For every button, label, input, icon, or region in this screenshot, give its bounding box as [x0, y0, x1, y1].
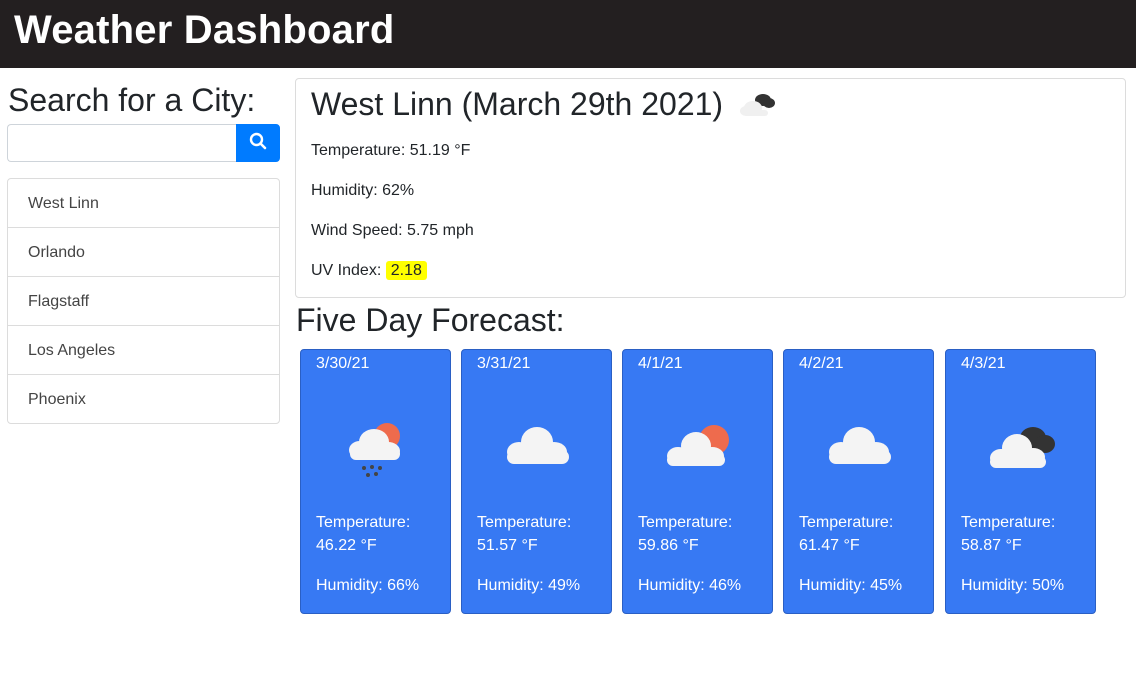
partly-cloudy-icon — [658, 412, 738, 482]
forecast-temperature-label: Temperature: — [961, 514, 1056, 531]
forecast-date: 4/3/21 — [961, 355, 1006, 372]
forecast-temperature: 58.87 °F — [961, 537, 1022, 554]
history-item-los-angeles[interactable]: Los Angeles — [8, 326, 279, 375]
forecast-temperature-label: Temperature: — [638, 514, 733, 531]
search-heading: Search for a City: — [8, 82, 256, 118]
current-weather-panel: West Linn (March 29th 2021) Temperature:… — [295, 78, 1126, 298]
forecast-card: 3/31/21 Temperature: 51.57 °F Humidity: … — [461, 349, 612, 614]
current-uv-index: UV Index: 2.18 — [311, 260, 427, 282]
forecast-temperature: 61.47 °F — [799, 537, 860, 554]
forecast-card: 3/30/21 Temperature: 46.22 °F Humidity: … — [300, 349, 451, 614]
forecast-temperature-label: Temperature: — [316, 514, 411, 531]
forecast-date: 3/31/21 — [477, 355, 531, 372]
forecast-temperature-label: Temperature: — [799, 514, 894, 531]
current-wind-speed: Wind Speed: 5.75 mph — [311, 222, 474, 239]
forecast-temperature: 46.22 °F — [316, 537, 377, 554]
forecast-date: 4/1/21 — [638, 355, 683, 372]
broken-clouds-icon — [981, 412, 1061, 482]
forecast-temperature-label: Temperature: — [477, 514, 572, 531]
forecast-card: 4/3/21 Temperature: 58.87 °F Humidity: 5… — [945, 349, 1096, 614]
broken-clouds-icon — [738, 85, 778, 129]
page-title: Weather Dashboard — [14, 8, 395, 52]
current-city-date: West Linn (March 29th 2021) — [311, 86, 724, 122]
forecast-humidity: Humidity: 45% — [799, 577, 903, 594]
history-item-orlando[interactable]: Orlando — [8, 228, 279, 277]
cloud-icon — [497, 412, 577, 482]
search-icon — [249, 132, 267, 155]
forecast-card: 4/2/21 Temperature: 61.47 °F Humidity: 4… — [783, 349, 934, 614]
uv-index-label: UV Index: — [311, 262, 382, 279]
current-humidity: Humidity: 62% — [311, 182, 415, 199]
search-history-list: West Linn Orlando Flagstaff Los Angeles … — [7, 178, 280, 424]
forecast-humidity: Humidity: 50% — [961, 577, 1065, 594]
forecast-humidity: Humidity: 66% — [316, 577, 420, 594]
forecast-date: 4/2/21 — [799, 355, 844, 372]
forecast-heading: Five Day Forecast: — [296, 302, 565, 338]
forecast-date: 3/30/21 — [316, 355, 370, 372]
history-item-phoenix[interactable]: Phoenix — [8, 375, 279, 423]
forecast-card: 4/1/21 Temperature: 59.86 °F Humidity: 4… — [622, 349, 773, 614]
search-input[interactable] — [7, 124, 237, 162]
cloud-icon — [819, 412, 899, 482]
forecast-humidity: Humidity: 46% — [638, 577, 742, 594]
forecast-temperature: 59.86 °F — [638, 537, 699, 554]
search-button[interactable] — [236, 124, 280, 162]
forecast-temperature: 51.57 °F — [477, 537, 538, 554]
rain-sun-icon — [336, 412, 416, 482]
history-item-flagstaff[interactable]: Flagstaff — [8, 277, 279, 326]
current-weather-title: West Linn (March 29th 2021) — [311, 82, 778, 129]
uv-index-badge: 2.18 — [385, 261, 427, 280]
history-item-west-linn[interactable]: West Linn — [8, 179, 279, 228]
current-temperature: Temperature: 51.19 °F — [311, 142, 471, 159]
top-bar: Weather Dashboard — [0, 0, 1136, 68]
forecast-humidity: Humidity: 49% — [477, 577, 581, 594]
